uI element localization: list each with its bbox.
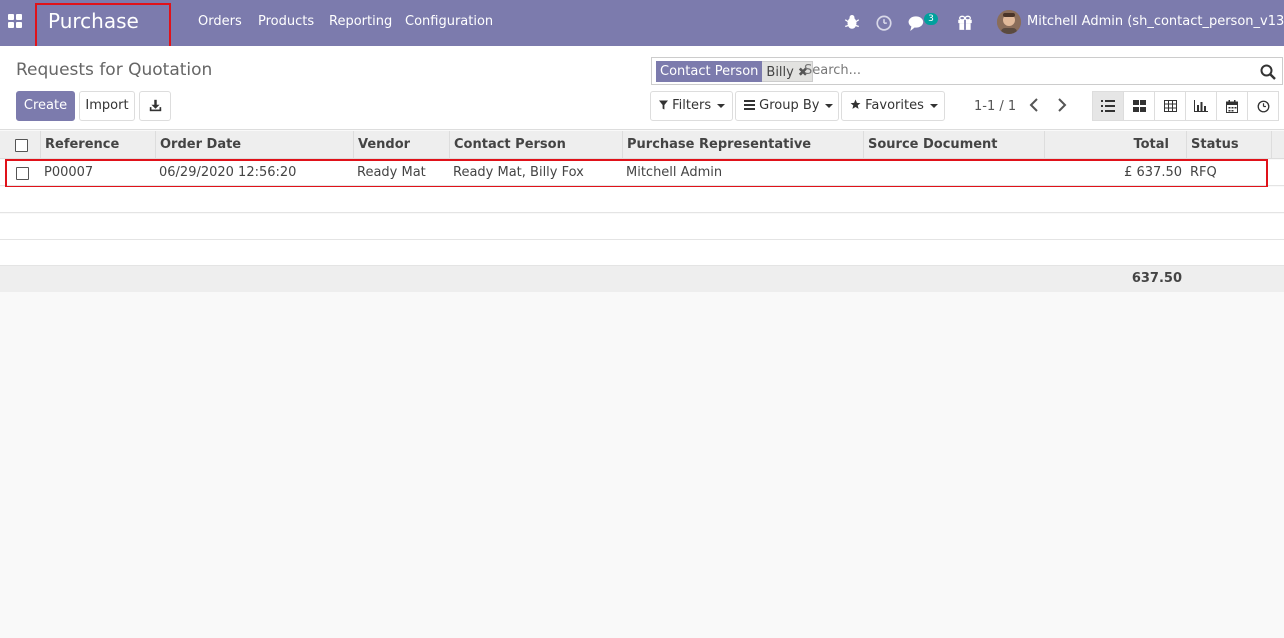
favorites-dropdown[interactable]: Favorites (841, 91, 945, 121)
cell-vendor: Ready Mat (357, 165, 426, 180)
column-header-total[interactable]: Total (1045, 131, 1187, 159)
clock-icon[interactable] (875, 12, 893, 32)
clock-icon (1257, 100, 1269, 112)
cell-contact-person: Ready Mat, Billy Fox (453, 165, 584, 180)
gift-icon[interactable] (956, 12, 974, 32)
cell-representative: Mitchell Admin (626, 165, 723, 180)
search-input[interactable] (804, 63, 1244, 78)
empty-row (0, 187, 1284, 213)
footer-total: 637.50 (1131, 271, 1182, 286)
filters-dropdown[interactable]: Filters (650, 91, 733, 121)
menu-products[interactable]: Products (258, 14, 314, 29)
download-icon (149, 99, 161, 112)
groupby-dropdown[interactable]: Group By (735, 91, 839, 121)
filters-label: Filters (672, 98, 712, 113)
groupby-label: Group By (759, 98, 820, 113)
filter-icon (659, 100, 668, 110)
row-checkbox[interactable] (16, 167, 29, 180)
table-icon (1163, 100, 1177, 112)
column-header-representative[interactable]: Purchase Representative (623, 131, 864, 159)
column-header-reference[interactable]: Reference (41, 131, 156, 159)
menu-reporting[interactable]: Reporting (329, 14, 392, 29)
cell-status: RFQ (1190, 165, 1217, 180)
chat-icon[interactable] (908, 12, 926, 32)
search-icon[interactable] (1260, 64, 1276, 80)
menu-orders[interactable]: Orders (198, 14, 242, 29)
cell-order-date: 06/29/2020 12:56:20 (159, 165, 297, 180)
pager-previous-icon[interactable] (1026, 97, 1042, 113)
cell-reference: P00007 (44, 165, 94, 180)
app-name-highlight (35, 3, 171, 50)
view-kanban-button[interactable] (1123, 91, 1155, 121)
top-navbar: Purchase Orders Products Reporting Confi… (0, 0, 1284, 50)
column-header-vendor[interactable]: Vendor (354, 131, 450, 159)
list-icon (1101, 100, 1115, 112)
search-facet[interactable]: Contact Person Billy ✖ (656, 61, 813, 82)
table-row[interactable]: P00007 06/29/2020 12:56:20 Ready Mat Rea… (0, 160, 1284, 186)
column-header-order-date[interactable]: Order Date (156, 131, 354, 159)
caret-down-icon (929, 103, 938, 108)
caret-down-icon (717, 103, 726, 108)
select-all-checkbox[interactable] (15, 139, 28, 152)
menu-configuration[interactable]: Configuration (405, 14, 493, 29)
bars-icon (744, 100, 755, 110)
caret-down-icon (825, 103, 834, 108)
column-header-contact-person[interactable]: Contact Person (450, 131, 623, 159)
calendar-icon (1226, 99, 1238, 113)
view-activity-button[interactable] (1247, 91, 1279, 121)
control-panel: Requests for Quotation Create Import Con… (0, 46, 1284, 130)
avatar[interactable] (997, 10, 1021, 34)
user-menu[interactable]: Mitchell Admin (sh_contact_person_v13c) (1027, 14, 1284, 29)
column-header-source-document[interactable]: Source Document (864, 131, 1045, 159)
pager-next-icon[interactable] (1054, 97, 1070, 113)
column-header-status[interactable]: Status (1187, 131, 1272, 159)
view-pivot-button[interactable] (1154, 91, 1186, 121)
search-bar[interactable]: Contact Person Billy ✖ (651, 57, 1283, 85)
chat-count-badge: 3 (924, 13, 938, 25)
apps-icon[interactable] (8, 14, 24, 30)
import-button[interactable]: Import (79, 91, 135, 121)
pager-value[interactable]: 1-1 / 1 (974, 99, 1016, 114)
empty-row (0, 214, 1284, 240)
view-calendar-button[interactable] (1216, 91, 1248, 121)
page-title: Requests for Quotation (16, 60, 213, 80)
kanban-icon (1132, 100, 1146, 112)
favorites-label: Favorites (865, 98, 924, 113)
facet-value-text: Billy (766, 65, 794, 80)
create-button[interactable]: Create (16, 91, 75, 121)
facet-category: Contact Person (656, 61, 763, 82)
table-header: Reference Order Date Vendor Contact Pers… (0, 131, 1284, 159)
export-button[interactable] (139, 91, 171, 121)
table-footer: 637.50 (0, 266, 1284, 292)
empty-row (0, 240, 1284, 266)
bar-chart-icon (1194, 100, 1208, 112)
select-all-cell (0, 131, 41, 159)
view-list-button[interactable] (1092, 91, 1124, 121)
bug-icon[interactable] (843, 12, 861, 32)
cell-total: £ 637.50 (1124, 165, 1182, 180)
view-graph-button[interactable] (1185, 91, 1217, 121)
view-switcher (1092, 91, 1279, 121)
star-icon (850, 99, 861, 109)
